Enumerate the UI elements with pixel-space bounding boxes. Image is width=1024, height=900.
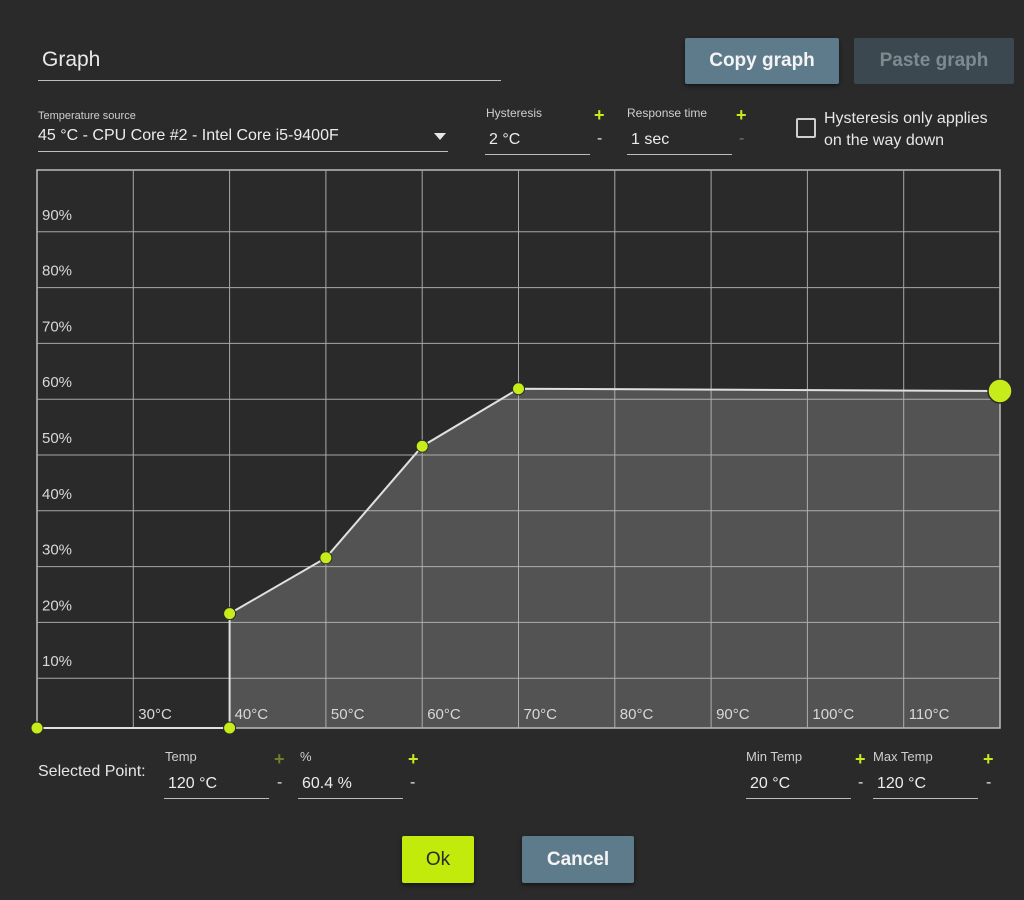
- min-temp-value: 20 °C: [750, 775, 791, 792]
- temperature-source-select[interactable]: 45 °C - CPU Core #2 - Intel Core i5-9400…: [38, 124, 448, 152]
- chevron-down-icon: [434, 133, 446, 140]
- x-tick-label: 30°C: [138, 706, 172, 723]
- hysteresis-label: Hysteresis: [486, 106, 543, 120]
- selected-percent-field[interactable]: 60.4 %: [298, 770, 403, 799]
- y-tick-label: 70%: [42, 318, 72, 335]
- temperature-source-label: Temperature source: [38, 110, 136, 122]
- x-tick-label: 90°C: [716, 706, 750, 723]
- max-temp-field[interactable]: 120 °C: [873, 770, 978, 799]
- cancel-button[interactable]: Cancel: [522, 836, 634, 883]
- selected-percent-value: 60.4 %: [302, 775, 352, 792]
- response-time-plus-button[interactable]: +: [736, 106, 747, 124]
- min-temp-plus-button[interactable]: +: [855, 750, 866, 768]
- min-temp-minus-button[interactable]: -: [858, 774, 863, 792]
- y-tick-label: 20%: [42, 597, 72, 614]
- curve-point-selected[interactable]: [987, 378, 1013, 404]
- graph-name-field[interactable]: Graph: [38, 44, 501, 81]
- selected-temp-label: Temp: [165, 749, 197, 764]
- y-tick-label: 40%: [42, 486, 72, 503]
- paste-graph-button[interactable]: Paste graph: [854, 38, 1014, 84]
- max-temp-value: 120 °C: [877, 775, 927, 792]
- graph-name-value: Graph: [42, 48, 101, 71]
- x-tick-label: 40°C: [235, 706, 269, 723]
- hysteresis-down-checkbox[interactable]: [796, 118, 816, 138]
- response-time-field[interactable]: 1 sec: [627, 126, 732, 155]
- y-tick-label: 30%: [42, 542, 72, 559]
- x-tick-label: 50°C: [331, 706, 365, 723]
- y-tick-label: 60%: [42, 374, 72, 391]
- selected-temp-plus-button[interactable]: +: [274, 750, 285, 768]
- hysteresis-down-label-line1: Hysteresis only applies: [824, 110, 988, 127]
- y-tick-label: 50%: [42, 430, 72, 447]
- response-time-label: Response time: [627, 106, 708, 120]
- curve-point[interactable]: [512, 382, 525, 396]
- y-tick-label: 10%: [42, 653, 72, 670]
- temperature-source-value: 45 °C - CPU Core #2 - Intel Core i5-9400…: [38, 127, 339, 144]
- selected-point-label: Selected Point:: [38, 763, 146, 780]
- x-tick-label: 60°C: [427, 706, 461, 723]
- y-tick-label: 90%: [42, 207, 72, 224]
- x-tick-label: 100°C: [812, 706, 854, 723]
- copy-graph-button[interactable]: Copy graph: [685, 38, 839, 84]
- selected-temp-minus-button[interactable]: -: [277, 774, 282, 792]
- selected-percent-plus-button[interactable]: +: [408, 750, 419, 768]
- selected-percent-minus-button[interactable]: -: [410, 774, 415, 792]
- x-tick-label: 110°C: [909, 706, 950, 723]
- x-tick-label: 80°C: [620, 706, 654, 723]
- fan-curve-chart[interactable]: 10% 20% 30% 40% 50% 60% 70% 80% 90% 30°C 40°C 50°C 6…: [0, 160, 1024, 740]
- response-time-minus-button[interactable]: -: [739, 130, 744, 148]
- max-temp-label: Max Temp: [873, 749, 933, 764]
- curve-point[interactable]: [223, 607, 237, 621]
- y-tick-label: 80%: [42, 263, 72, 280]
- hysteresis-field[interactable]: 2 °C: [485, 126, 590, 155]
- selected-percent-label: %: [300, 749, 312, 764]
- curve-area-fill: [37, 388, 1000, 728]
- hysteresis-down-label: Hysteresis only applies on the way down: [824, 108, 1024, 152]
- ok-button[interactable]: Ok: [402, 836, 474, 883]
- curve-point[interactable]: [319, 551, 333, 565]
- curve-point[interactable]: [415, 439, 429, 453]
- hysteresis-plus-button[interactable]: +: [594, 106, 605, 124]
- selected-temp-value: 120 °C: [168, 775, 218, 792]
- response-time-value: 1 sec: [631, 131, 670, 148]
- hysteresis-minus-button[interactable]: -: [597, 130, 602, 148]
- min-temp-label: Min Temp: [746, 749, 803, 764]
- min-temp-field[interactable]: 20 °C: [746, 770, 851, 799]
- curve-point[interactable]: [30, 721, 44, 735]
- max-temp-minus-button[interactable]: -: [986, 774, 991, 792]
- curve-point[interactable]: [223, 721, 237, 735]
- max-temp-plus-button[interactable]: +: [983, 750, 994, 768]
- hysteresis-down-label-line2: on the way down: [824, 132, 945, 149]
- chart-area: [37, 387, 1001, 729]
- hysteresis-value: 2 °C: [489, 131, 521, 148]
- selected-temp-field[interactable]: 120 °C: [164, 770, 269, 799]
- x-tick-label: 70°C: [524, 706, 558, 723]
